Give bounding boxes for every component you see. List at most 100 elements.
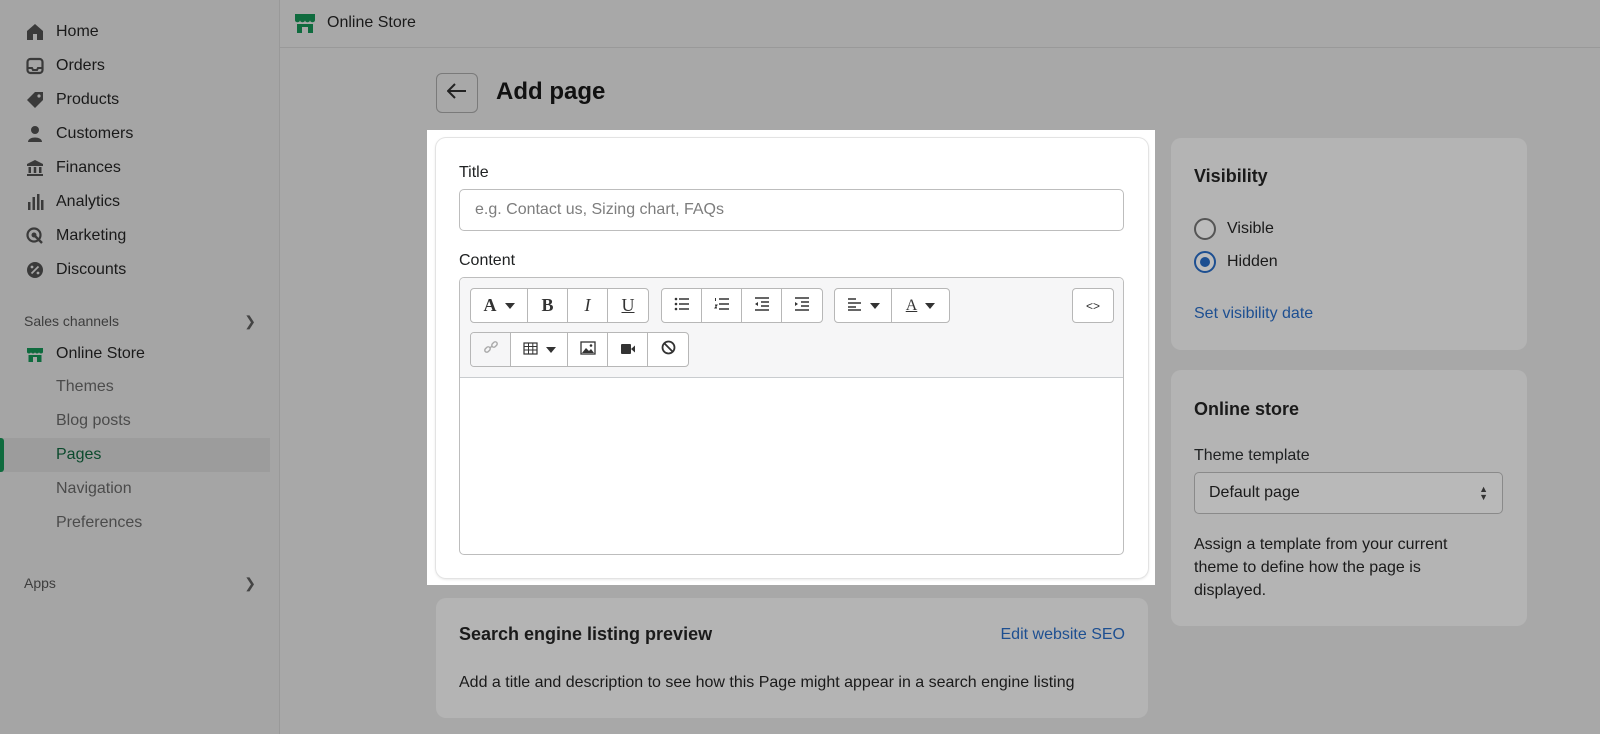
- seo-description: Add a title and description to see how t…: [459, 674, 1075, 691]
- bar-chart-icon: [25, 192, 45, 212]
- prohibit-icon: [661, 339, 676, 360]
- alignment-color-group: A: [834, 288, 950, 323]
- bulleted-list-icon: [674, 295, 690, 316]
- apps-header[interactable]: Apps ❯: [24, 573, 256, 593]
- top-bar: Online Store: [280, 0, 1600, 48]
- outdent-button[interactable]: [742, 289, 782, 322]
- sidebar-item-label: Online Store: [56, 345, 145, 362]
- seo-card-title: Search engine listing preview: [459, 624, 713, 644]
- text-color-dropdown[interactable]: A: [892, 289, 949, 322]
- title-input[interactable]: [459, 189, 1124, 231]
- outdent-icon: [754, 295, 770, 316]
- sidebar-item-products[interactable]: Products: [0, 83, 270, 117]
- page-title: Add page: [496, 78, 606, 105]
- sidebar-subitem-themes[interactable]: Themes: [0, 370, 270, 404]
- bold-button[interactable]: B: [528, 289, 568, 322]
- sidebar-item-home[interactable]: Home: [0, 15, 270, 49]
- visibility-card: Visibility Visible Hidden Set visibility…: [1171, 138, 1527, 350]
- numbered-list-icon: [713, 295, 730, 316]
- inbox-icon: [25, 56, 45, 76]
- insert-group: [470, 332, 689, 367]
- sales-channels-header[interactable]: Sales channels ❯: [24, 311, 256, 331]
- font-style-icon: A: [483, 295, 497, 315]
- title-label: Title: [459, 164, 489, 181]
- sidebar-item-analytics[interactable]: Analytics: [0, 185, 270, 219]
- chevron-down-icon: [869, 302, 880, 309]
- topbar-store-name: Online Store: [327, 14, 416, 31]
- insert-image-button[interactable]: [568, 333, 608, 366]
- underline-icon: U: [621, 295, 635, 315]
- italic-button[interactable]: I: [568, 289, 608, 322]
- chevron-down-icon: [545, 346, 556, 353]
- underline-button[interactable]: U: [608, 289, 648, 322]
- bulleted-list-button[interactable]: [662, 289, 702, 322]
- text-format-group: A B I U: [470, 288, 649, 323]
- sidebar-item-finances[interactable]: Finances: [0, 151, 270, 185]
- theme-template-label: Theme template: [1194, 447, 1310, 464]
- home-icon: [25, 22, 45, 42]
- rich-text-editor: A B I U A <>: [459, 277, 1124, 555]
- sidebar-item-label: Products: [56, 91, 120, 108]
- insert-video-button[interactable]: [608, 333, 648, 366]
- visible-radio[interactable]: [1194, 218, 1216, 240]
- theme-template-value: Default page: [1209, 484, 1300, 501]
- insert-link-button[interactable]: [471, 333, 511, 366]
- sidebar-item-marketing[interactable]: Marketing: [0, 219, 270, 253]
- sidebar-item-orders[interactable]: Orders: [0, 49, 270, 83]
- link-icon: [483, 339, 499, 360]
- list-group: [661, 288, 823, 323]
- sidebar-item-label: Preferences: [56, 514, 143, 531]
- sidebar-item-customers[interactable]: Customers: [0, 117, 270, 151]
- editor-toolbar: A B I U A <>: [460, 278, 1123, 378]
- font-style-dropdown[interactable]: A: [471, 289, 528, 322]
- theme-template-select[interactable]: Default page ▲ ▼: [1194, 472, 1503, 514]
- sidebar-item-label: Discounts: [56, 261, 127, 278]
- sidebar-item-label: Home: [56, 23, 99, 40]
- sidebar-item-discounts[interactable]: Discounts: [0, 253, 270, 287]
- sidebar-item-online-store[interactable]: Online Store: [0, 337, 270, 371]
- code-icon: <>: [1085, 298, 1100, 313]
- back-button[interactable]: [436, 73, 478, 113]
- html-toggle-group: <>: [1072, 288, 1114, 323]
- numbered-list-button[interactable]: [702, 289, 742, 322]
- clear-formatting-button[interactable]: [648, 333, 688, 366]
- editor-content-area[interactable]: [460, 378, 1123, 554]
- sidebar-subitem-pages[interactable]: Pages: [0, 438, 270, 472]
- indent-button[interactable]: [782, 289, 822, 322]
- indent-icon: [794, 295, 810, 316]
- chevron-right-icon[interactable]: ❯: [244, 575, 256, 592]
- content-label: Content: [459, 252, 516, 269]
- sidebar-item-label: Navigation: [56, 480, 132, 497]
- sidebar-subitem-preferences[interactable]: Preferences: [0, 506, 270, 540]
- edit-seo-link[interactable]: Edit website SEO: [1001, 626, 1126, 644]
- hidden-radio-option[interactable]: Hidden: [1194, 251, 1278, 273]
- chevron-right-icon[interactable]: ❯: [244, 313, 256, 330]
- hidden-radio[interactable]: [1194, 251, 1216, 273]
- chevron-down-icon: [925, 302, 936, 309]
- sidebar-item-label: Orders: [56, 57, 105, 74]
- sidebar-item-label: Themes: [56, 378, 114, 395]
- online-store-card: Online store Theme template Default page…: [1171, 370, 1527, 626]
- insert-table-dropdown[interactable]: [511, 333, 568, 366]
- set-visibility-date-link[interactable]: Set visibility date: [1194, 305, 1313, 323]
- sales-channels-label: Sales channels: [24, 313, 119, 329]
- discount-icon: [25, 260, 45, 280]
- sidebar-item-label: Pages: [56, 446, 102, 463]
- visible-radio-option[interactable]: Visible: [1194, 218, 1274, 240]
- align-dropdown[interactable]: [835, 289, 892, 322]
- visible-radio-label: Visible: [1227, 220, 1274, 237]
- apps-label: Apps: [24, 575, 56, 591]
- align-left-icon: [847, 295, 862, 316]
- html-toggle-button[interactable]: <>: [1073, 289, 1113, 322]
- sidebar-item-label: Blog posts: [56, 412, 131, 429]
- hidden-radio-label: Hidden: [1227, 253, 1278, 270]
- sidebar-item-label: Finances: [56, 159, 121, 176]
- visibility-title: Visibility: [1194, 166, 1268, 186]
- table-icon: [522, 339, 538, 360]
- chevron-down-icon: [504, 302, 515, 309]
- tag-icon: [25, 90, 45, 110]
- sidebar-subitem-blog-posts[interactable]: Blog posts: [0, 404, 270, 438]
- target-icon: [25, 226, 45, 246]
- sidebar-subitem-navigation[interactable]: Navigation: [0, 472, 270, 506]
- image-icon: [579, 339, 596, 360]
